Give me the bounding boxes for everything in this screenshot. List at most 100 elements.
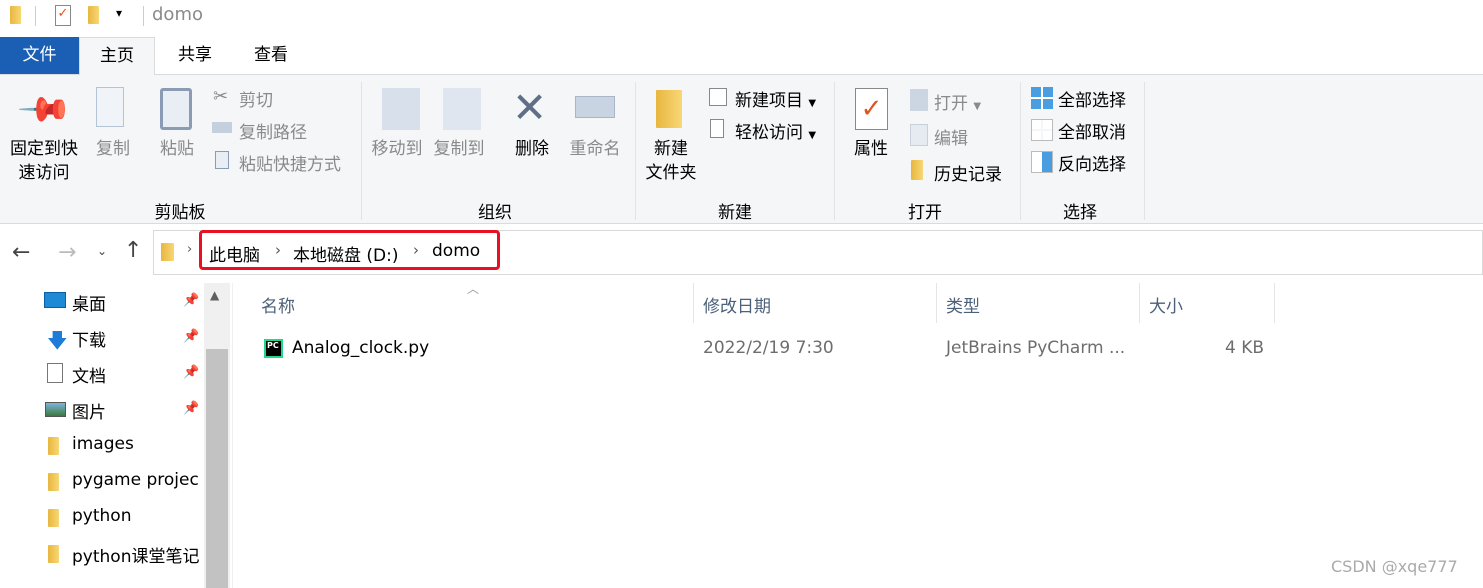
scrollbar-thumb[interactable] (206, 349, 228, 588)
column-divider[interactable] (693, 283, 694, 323)
desktop-icon (44, 292, 66, 308)
recent-locations-dropdown[interactable]: ⌄ (97, 244, 107, 258)
properties-button[interactable]: 属性 (846, 137, 896, 161)
window-title: domo (152, 4, 203, 25)
easy-access-button[interactable]: 轻松访问 ▼ (735, 118, 816, 143)
history-button[interactable]: 历史记录 (934, 160, 1002, 185)
clipboard-icon (160, 88, 192, 130)
history-icon (911, 160, 923, 180)
sidebar-item-documents[interactable]: 文档 (72, 362, 106, 387)
folder-icon (48, 545, 59, 563)
breadcrumb-this-pc[interactable]: 此电脑 (209, 241, 260, 266)
customize-toolbar-dropdown[interactable]: ▾ (116, 6, 122, 20)
pin-icon: 📌 (183, 401, 200, 416)
sidebar-item-downloads[interactable]: 下载 (72, 326, 106, 351)
folder-icon (48, 437, 59, 455)
paste-button[interactable]: 粘贴 (152, 137, 202, 161)
sidebar-item-pygame-projects[interactable]: pygame projec (72, 470, 204, 490)
sidebar-item-pictures[interactable]: 图片 (72, 398, 106, 423)
select-all-button[interactable]: 全部选择 (1058, 86, 1126, 111)
file-size: 4 KB (1225, 338, 1265, 358)
watermark: CSDN @xqe777 (1331, 557, 1458, 576)
delete-button[interactable]: 删除 (508, 137, 556, 161)
copy-icon (96, 87, 124, 127)
breadcrumb-domo[interactable]: domo (432, 241, 480, 261)
up-button[interactable]: ↑ (124, 238, 142, 263)
select-all-icon (1031, 87, 1053, 109)
paste-shortcut-button[interactable]: 粘贴快捷方式 (239, 150, 341, 175)
pictures-icon (45, 402, 66, 417)
new-item-button[interactable]: 新建项目 ▼ (735, 86, 816, 111)
pin-icon: 📌 (183, 293, 200, 308)
column-divider[interactable] (1139, 283, 1140, 323)
sidebar-item-python-notes[interactable]: python课堂笔记 (72, 542, 204, 567)
column-header-name[interactable]: 名称 (261, 292, 295, 317)
cut-button[interactable]: 剪切 (239, 86, 273, 111)
column-divider[interactable] (1274, 283, 1275, 323)
documents-icon (47, 363, 63, 383)
delete-icon: ✕ (512, 83, 548, 132)
sidebar-item-images[interactable]: images (72, 434, 134, 454)
breadcrumb-drive-d[interactable]: 本地磁盘 (D:) (293, 241, 399, 266)
easy-access-icon (710, 119, 724, 138)
divider (35, 6, 36, 26)
select-none-icon (1031, 119, 1053, 141)
scroll-up-arrow[interactable]: ▲ (210, 288, 219, 302)
rename-button[interactable]: 重命名 (565, 137, 625, 161)
chevron-right-icon: › (413, 241, 419, 259)
back-button[interactable]: ← (12, 240, 30, 265)
pin-quick-access-button[interactable]: 固定到快 速访问 (4, 137, 84, 185)
file-name[interactable]: Analog_clock.py (292, 338, 429, 358)
move-to-icon (382, 88, 420, 130)
download-icon: 🡇 (47, 328, 68, 352)
folder-icon (10, 6, 21, 24)
new-folder-icon (656, 90, 682, 128)
copy-path-button[interactable]: 复制路径 (239, 118, 307, 143)
copy-path-icon (212, 122, 232, 133)
properties-icon: ✓ (855, 88, 888, 130)
folder-icon (161, 243, 174, 261)
column-header-modified[interactable]: 修改日期 (703, 292, 771, 317)
divider (1020, 82, 1021, 220)
column-divider[interactable] (936, 283, 937, 323)
sidebar-item-desktop[interactable]: 桌面 (72, 290, 106, 315)
divider (361, 82, 362, 220)
open-button[interactable]: 打开 ▼ (934, 89, 981, 114)
tab-home[interactable]: 主页 (79, 37, 155, 75)
new-item-icon (709, 88, 727, 106)
group-label-select: 选择 (1063, 203, 1097, 223)
edit-button[interactable]: 编辑 (934, 124, 968, 149)
group-label-open: 打开 (908, 203, 942, 223)
chevron-right-icon: › (275, 241, 281, 259)
forward-button[interactable]: → (58, 240, 76, 265)
invert-selection-icon (1031, 151, 1053, 173)
scissors-icon: ✂ (213, 86, 229, 107)
paste-shortcut-icon (215, 151, 229, 169)
tab-share[interactable]: 共享 (157, 37, 233, 74)
edit-icon (910, 124, 928, 146)
copy-to-icon (443, 88, 481, 130)
invert-selection-button[interactable]: 反向选择 (1058, 150, 1126, 175)
select-none-button[interactable]: 全部取消 (1058, 118, 1126, 143)
tab-file[interactable]: 文件 (0, 37, 79, 74)
properties-quick-icon[interactable]: ✓ (55, 5, 71, 26)
column-header-type[interactable]: 类型 (946, 292, 980, 317)
divider (232, 283, 233, 588)
group-label-organize: 组织 (478, 203, 512, 223)
new-folder-button[interactable]: 新建 文件夹 (640, 137, 702, 185)
tab-view[interactable]: 查看 (233, 37, 309, 74)
open-icon (910, 89, 928, 111)
file-type: JetBrains PyCharm ... (946, 338, 1126, 358)
copy-to-button[interactable]: 复制到 (428, 137, 490, 161)
move-to-button[interactable]: 移动到 (366, 137, 428, 161)
file-modified: 2022/2/19 7:30 (703, 338, 834, 358)
divider (635, 82, 636, 220)
group-label-clipboard: 剪贴板 (154, 203, 206, 223)
divider (1144, 82, 1145, 220)
pycharm-file-icon: PC (264, 339, 283, 358)
sort-ascending-icon: ︿ (467, 282, 480, 296)
new-folder-quick-icon[interactable] (88, 6, 99, 24)
sidebar-item-python[interactable]: python (72, 506, 131, 526)
copy-button[interactable]: 复制 (88, 137, 138, 161)
column-header-size[interactable]: 大小 (1149, 292, 1183, 317)
